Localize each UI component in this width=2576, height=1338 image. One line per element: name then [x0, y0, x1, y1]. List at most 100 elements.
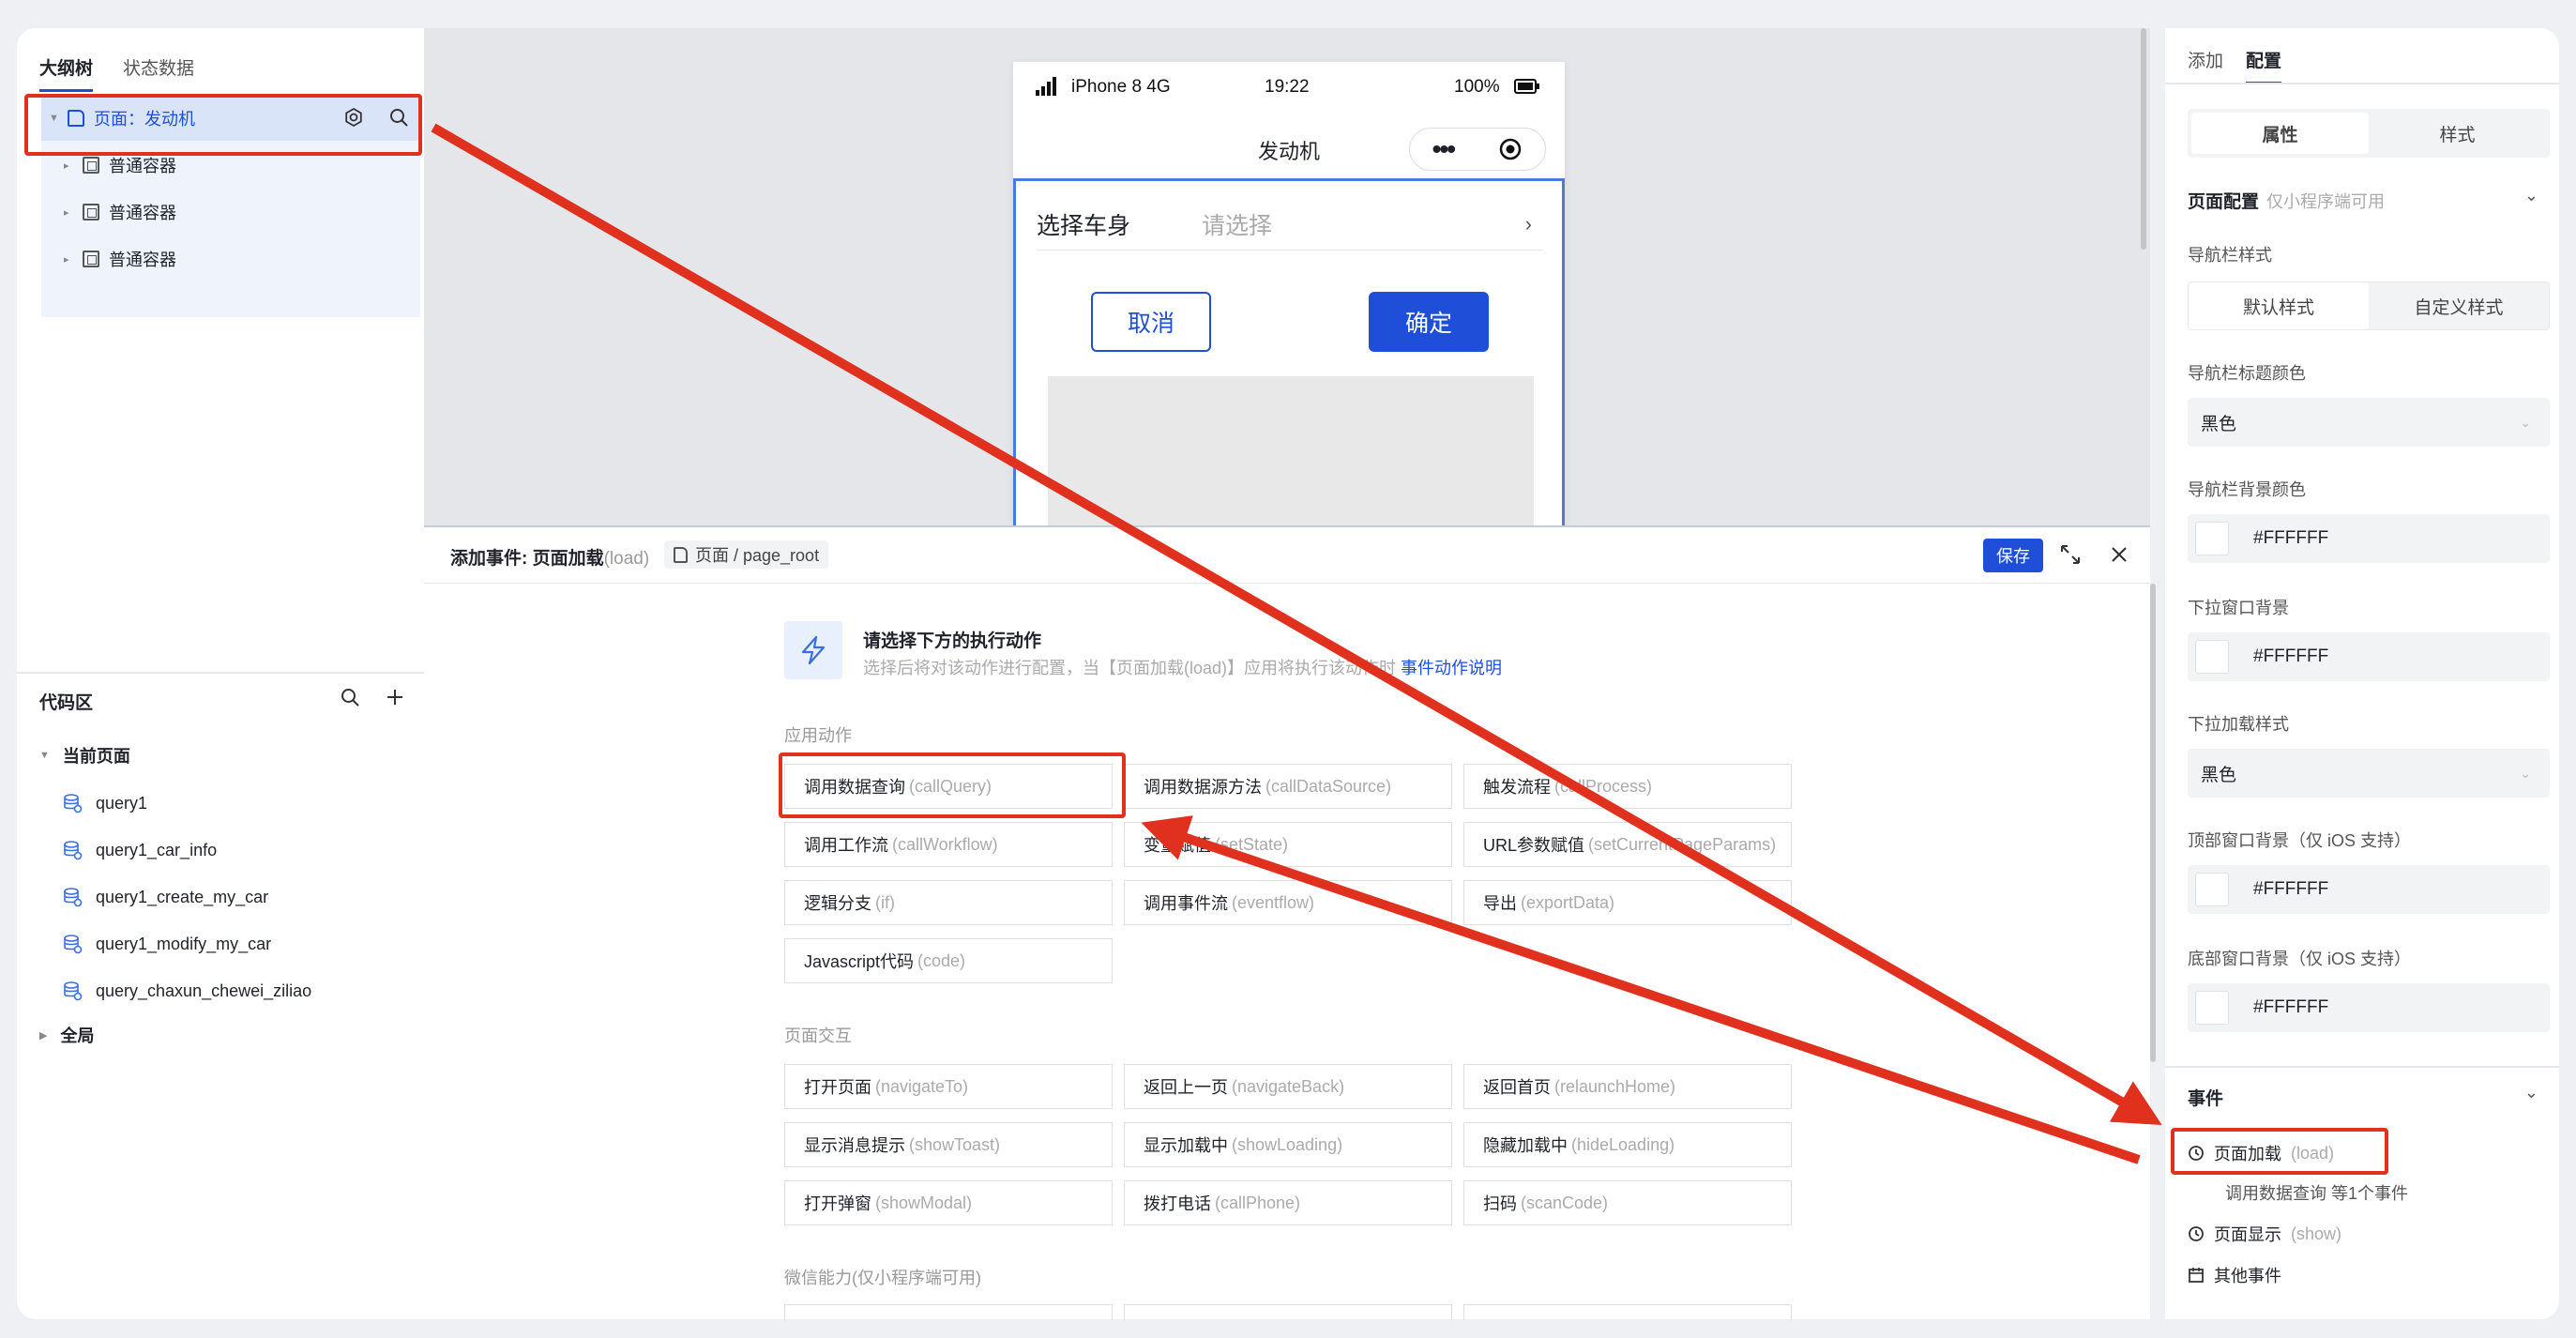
save-button[interactable]: 保存	[1983, 539, 2043, 572]
mini-program-capsule[interactable]: •••	[1409, 128, 1546, 171]
action-en: (setState)	[1215, 834, 1289, 854]
query-item[interactable]: query1_car_info	[17, 831, 217, 869]
tab-state-data[interactable]: 状态数据	[123, 54, 194, 92]
caret-right-icon[interactable]: ▸	[64, 160, 77, 172]
action-export-data[interactable]: 导出 (exportData)	[1463, 880, 1792, 925]
action-card-partial[interactable]	[784, 1304, 1113, 1321]
color-swatch[interactable]	[2195, 991, 2229, 1025]
action-call-datasource[interactable]: 调用数据源方法 (callDataSource)	[1124, 764, 1452, 809]
lightning-icon	[784, 621, 842, 679]
nav-style-label: 导航栏样式	[2188, 246, 2272, 265]
event-page-show[interactable]: 页面显示 (show)	[2188, 1222, 2341, 1246]
action-label: 逻辑分支	[804, 894, 871, 913]
color-swatch[interactable]	[2195, 522, 2229, 555]
database-icon	[64, 888, 83, 907]
chevron-down-icon: ⌄	[2520, 765, 2531, 781]
add-event-panel: 添加事件: 页面加载(load) 页面 / page_root 保存 请选择下方…	[424, 525, 2156, 1321]
events-divider	[2165, 1066, 2559, 1068]
chevron-down-icon[interactable]: ⌄	[2524, 186, 2538, 205]
chevron-right-icon: ›	[1524, 211, 1532, 236]
event-panel-scrollbar[interactable]	[2150, 584, 2156, 1062]
segment-default-style[interactable]: 默认样式	[2189, 282, 2369, 329]
color-swatch[interactable]	[2195, 873, 2229, 906]
action-navigate-back[interactable]: 返回上一页 (navigateBack)	[1124, 1064, 1452, 1109]
action-en: (callDataSource)	[1265, 776, 1392, 796]
confirm-button[interactable]: 确定	[1369, 292, 1489, 352]
section-app-actions: 应用动作	[784, 726, 852, 745]
action-label: 显示加载中	[1144, 1136, 1228, 1155]
action-en: (code)	[917, 950, 966, 970]
pull-bg-color-input[interactable]: #FFFFFF	[2188, 632, 2550, 681]
action-card-partial[interactable]	[1463, 1304, 1792, 1321]
action-call-process[interactable]: 触发流程 (callProcess)	[1463, 764, 1792, 809]
tab-config[interactable]: 配置	[2246, 47, 2282, 84]
group-current-page[interactable]: ▼ 当前页面	[39, 743, 130, 768]
action-label: 触发流程	[1483, 778, 1551, 797]
query-item[interactable]: query1	[17, 784, 147, 822]
bottom-bg-color-input[interactable]: #FFFFFF	[2188, 983, 2550, 1032]
event-action-help-link[interactable]: 事件动作说明	[1401, 659, 1502, 677]
top-bg-color-input[interactable]: #FFFFFF	[2188, 865, 2550, 914]
action-call-workflow[interactable]: 调用工作流 (callWorkflow)	[784, 822, 1113, 867]
query-item[interactable]: query1_create_my_car	[17, 878, 268, 916]
action-set-url-params[interactable]: URL参数赋值 (setCurrentPageParams)	[1463, 822, 1792, 867]
more-icon[interactable]: •••	[1432, 134, 1456, 164]
caret-down-icon[interactable]: ▼	[39, 750, 50, 761]
tree-node-container[interactable]: ▸ 普通容器	[41, 236, 420, 281]
action-show-modal[interactable]: 打开弹窗 (showModal)	[784, 1180, 1113, 1225]
section-title: 页面配置	[2188, 192, 2260, 212]
event-other[interactable]: 其他事件	[2188, 1263, 2281, 1287]
action-navigate-to[interactable]: 打开页面 (navigateTo)	[784, 1064, 1113, 1109]
action-js-code[interactable]: Javascript代码 (code)	[784, 938, 1113, 983]
query-item[interactable]: query_chaxun_chewei_ziliao	[17, 972, 311, 1010]
tab-outline[interactable]: 大纲树	[39, 54, 94, 92]
action-set-state[interactable]: 变量赋值 (setState)	[1124, 822, 1452, 867]
action-label: 变量赋值	[1144, 836, 1211, 855]
action-card-partial[interactable]	[1124, 1304, 1452, 1321]
action-show-toast[interactable]: 显示消息提示 (showToast)	[784, 1122, 1113, 1167]
battery-label: 100%	[1454, 77, 1500, 97]
clock-icon	[2189, 1226, 2204, 1241]
pull-load-select[interactable]: 黑色 ⌄	[2188, 749, 2550, 798]
tab-add[interactable]: 添加	[2188, 47, 2223, 84]
battery-icon	[1514, 79, 1539, 94]
query-name: query1_car_info	[96, 840, 218, 859]
chevron-down-icon[interactable]: ⌄	[2524, 1083, 2538, 1102]
nav-title-color-select[interactable]: 黑色 ⌄	[2188, 398, 2550, 447]
nav-title-color-label: 导航栏标题颜色	[2188, 364, 2306, 383]
segment-custom-style[interactable]: 自定义样式	[2369, 282, 2549, 329]
caret-right-icon[interactable]: ▶	[39, 1029, 47, 1042]
close-icon[interactable]	[2105, 540, 2133, 569]
page-config-section[interactable]: 页面配置 仅小程序端可用	[2188, 188, 2385, 213]
query-item[interactable]: query1_modify_my_car	[17, 925, 271, 963]
action-en: (callPhone)	[1215, 1193, 1301, 1212]
select-car-body[interactable]: 选择车身 请选择 ›	[1037, 198, 1543, 251]
select-value: 黑色	[2201, 414, 2237, 434]
database-icon	[64, 981, 83, 1001]
action-call-phone[interactable]: 拨打电话 (callPhone)	[1124, 1180, 1452, 1225]
group-global[interactable]: ▶ 全局	[39, 1023, 94, 1047]
cancel-button[interactable]: 取消	[1091, 292, 1211, 352]
plus-icon[interactable]	[383, 685, 407, 709]
color-value: #FFFFFF	[2253, 879, 2329, 899]
placeholder-block	[1048, 376, 1534, 528]
action-show-loading[interactable]: 显示加载中 (showLoading)	[1124, 1122, 1452, 1167]
search-icon[interactable]	[338, 685, 362, 709]
caret-right-icon[interactable]: ▸	[64, 253, 77, 266]
expand-icon[interactable]	[2056, 540, 2084, 569]
canvas-scrollbar[interactable]	[2141, 28, 2146, 250]
events-section-title[interactable]: 事件	[2188, 1085, 2223, 1110]
action-relaunch-home[interactable]: 返回首页 (relaunchHome)	[1463, 1064, 1792, 1109]
action-eventflow[interactable]: 调用事件流 (eventflow)	[1124, 880, 1452, 925]
action-hide-loading[interactable]: 隐藏加载中 (hideLoading)	[1463, 1122, 1792, 1167]
segment-properties[interactable]: 属性	[2191, 113, 2369, 154]
segment-style[interactable]: 样式	[2369, 113, 2546, 154]
caret-right-icon[interactable]: ▸	[64, 206, 77, 219]
action-scan-code[interactable]: 扫码 (scanCode)	[1463, 1180, 1792, 1225]
action-if[interactable]: 逻辑分支 (if)	[784, 880, 1113, 925]
color-swatch[interactable]	[2195, 640, 2229, 674]
tree-node-container[interactable]: ▸ 普通容器	[41, 190, 420, 235]
action-label: URL参数赋值	[1483, 836, 1585, 855]
nav-bg-color-input[interactable]: #FFFFFF	[2188, 514, 2550, 563]
action-en: (showModal)	[875, 1193, 973, 1212]
